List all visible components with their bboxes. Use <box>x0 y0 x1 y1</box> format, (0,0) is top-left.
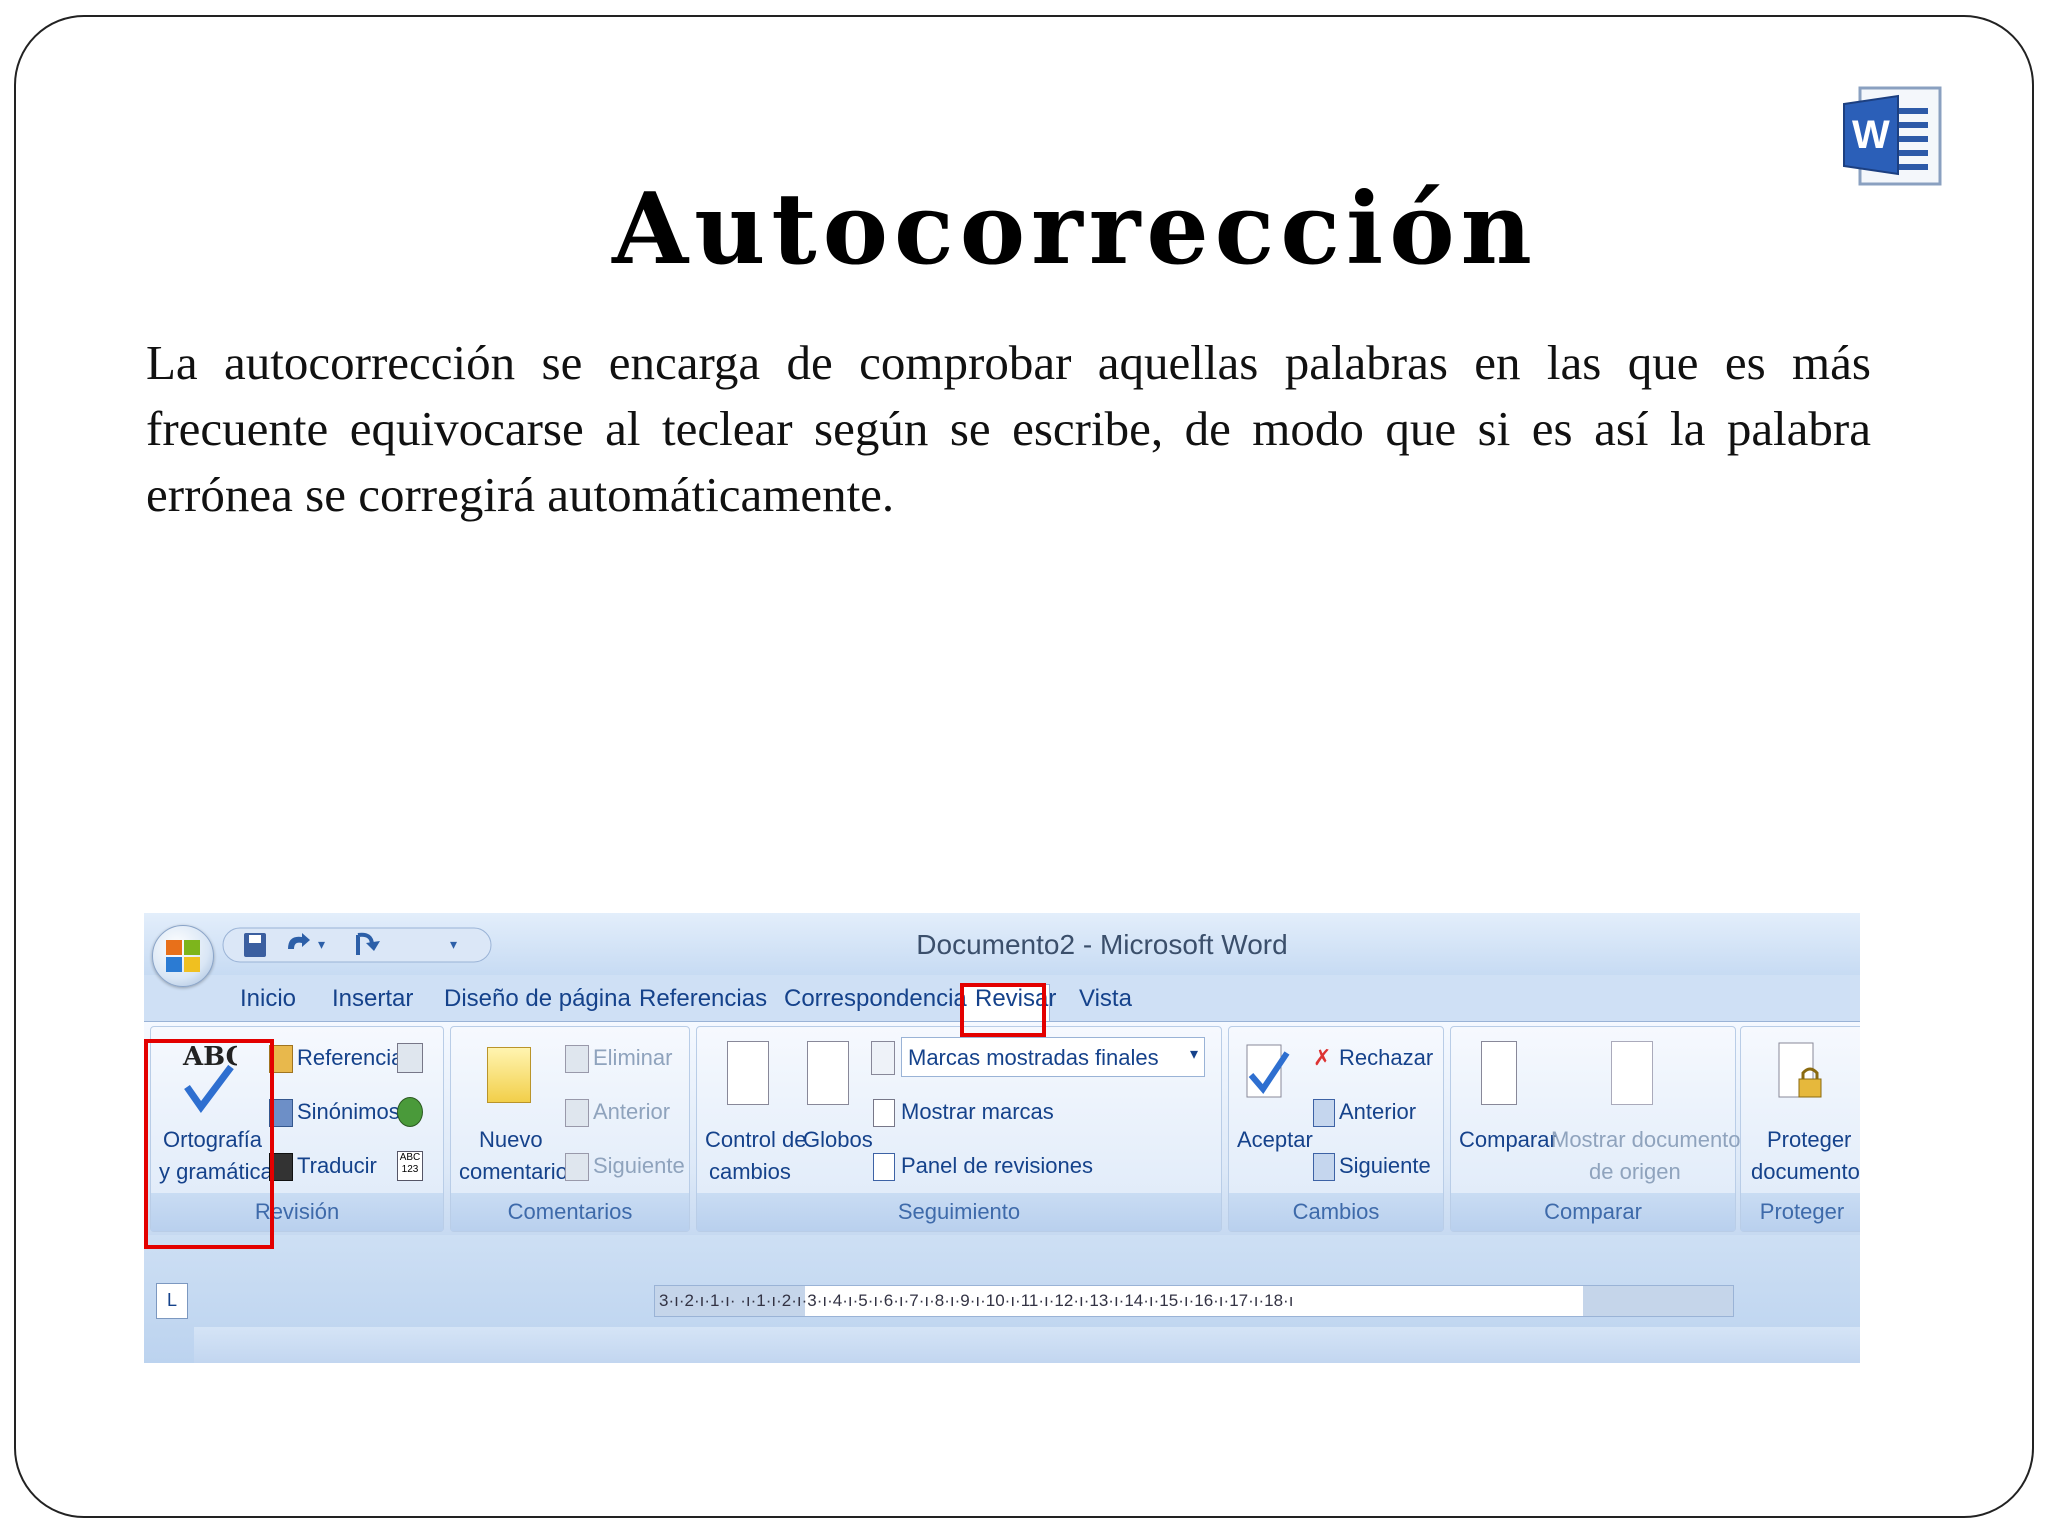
siguiente-comment-button[interactable]: Siguiente <box>593 1153 685 1179</box>
proteger-documento-line2[interactable]: documento <box>1751 1159 1860 1185</box>
anterior-change-button[interactable]: Anterior <box>1339 1099 1416 1125</box>
nuevo-comentario-line2[interactable]: comentario <box>459 1159 568 1185</box>
mostrar-marcas-button[interactable]: Mostrar marcas <box>901 1099 1054 1125</box>
show-source-documents-icon <box>1611 1041 1653 1105</box>
slide-title: Autocorrección <box>612 172 1538 287</box>
sinonimos-button[interactable]: Sinónimos <box>297 1099 400 1125</box>
ruler-right-margin <box>1583 1286 1733 1316</box>
comparar-button[interactable]: Comparar <box>1459 1127 1557 1153</box>
show-markup-icon <box>873 1099 895 1127</box>
tab-insertar[interactable]: Insertar <box>332 985 413 1013</box>
track-changes-icon <box>727 1041 769 1105</box>
new-comment-icon <box>487 1047 531 1103</box>
referencia-button[interactable]: Referencia <box>297 1045 403 1071</box>
previous-change-icon <box>1313 1099 1335 1127</box>
tab-diseno-de-pagina[interactable]: Diseño de página <box>444 985 631 1013</box>
group-cambios: Aceptar ✗ Rechazar Anterior Siguiente Ca… <box>1228 1026 1444 1232</box>
reject-icon: ✗ <box>1313 1045 1332 1070</box>
control-cambios-line2[interactable]: cambios <box>709 1159 791 1185</box>
display-for-review-icon <box>871 1041 895 1075</box>
reviewing-pane-icon <box>873 1153 895 1181</box>
tab-selector-button[interactable]: L <box>156 1283 188 1319</box>
group-label-comparar: Comparar <box>1451 1193 1735 1231</box>
quick-access-toolbar: ▾ ▾ <box>222 927 492 963</box>
language-icon[interactable] <box>397 1043 423 1073</box>
panel-revisiones-button[interactable]: Panel de revisiones <box>901 1153 1093 1179</box>
ruler-numbers: 3·ı·2·ı·1·ı· ·ı·1·ı·2·ı·3·ı·4·ı·5·ı·6·ı·… <box>659 1291 1294 1310</box>
mostrar-documentos-line1[interactable]: Mostrar documentos <box>1551 1127 1752 1153</box>
tab-correspondencia[interactable]: Correspondencia <box>784 985 967 1013</box>
group-seguimiento: Control de cambios Globos Marcas mostrad… <box>696 1026 1222 1232</box>
ribbon: ABC Ortografía y gramática Referencia Si… <box>144 1021 1860 1236</box>
slide-body-text: La autocorrección se encarga de comproba… <box>146 335 1871 522</box>
translation-tooltip-icon[interactable] <box>397 1097 423 1127</box>
horizontal-ruler[interactable]: 3·ı·2·ı·1·ı· ·ı·1·ı·2·ı·3·ı·4·ı·5·ı·6·ı·… <box>654 1285 1734 1317</box>
previous-comment-icon <box>565 1099 589 1127</box>
protect-document-icon <box>1778 1042 1822 1098</box>
tab-vista[interactable]: Vista <box>1079 985 1132 1013</box>
rechazar-button[interactable]: Rechazar <box>1339 1045 1433 1071</box>
tab-inicio[interactable]: Inicio <box>240 985 296 1013</box>
tab-referencias[interactable]: Referencias <box>639 985 767 1013</box>
highlight-spelling-button <box>144 1039 274 1249</box>
highlight-revisar-tab <box>960 983 1046 1037</box>
eliminar-button[interactable]: Eliminar <box>593 1045 672 1071</box>
marcas-select-value: Marcas mostradas finales <box>908 1045 1159 1070</box>
save-icon[interactable] <box>244 933 266 957</box>
office-logo-icon <box>166 940 200 972</box>
siguiente-change-button[interactable]: Siguiente <box>1339 1153 1431 1179</box>
delete-comment-icon <box>565 1045 589 1073</box>
next-comment-icon <box>565 1153 589 1181</box>
group-comentarios: Nuevo comentario Eliminar Anterior Sigui… <box>450 1026 690 1232</box>
undo-dropdown-icon[interactable]: ▾ <box>318 936 325 952</box>
aceptar-button[interactable]: Aceptar <box>1237 1127 1313 1153</box>
group-label-comentarios: Comentarios <box>451 1193 689 1231</box>
customize-toolbar-icon[interactable]: ▾ <box>450 936 457 952</box>
globos-button[interactable]: Globos <box>803 1127 873 1153</box>
marcas-select[interactable]: Marcas mostradas finales ▾ <box>901 1037 1205 1077</box>
document-top-strip <box>194 1327 1860 1363</box>
svg-text:W: W <box>1852 113 1890 157</box>
control-cambios-line1[interactable]: Control de <box>705 1127 807 1153</box>
word-count-icon[interactable]: ABC 123 <box>397 1151 423 1181</box>
word-ribbon-screenshot: Documento2 - Microsoft Word ▾ ▾ Inicio I… <box>144 913 1860 1363</box>
anterior-comment-button[interactable]: Anterior <box>593 1099 670 1125</box>
chevron-down-icon: ▾ <box>1189 1046 1198 1063</box>
traducir-button[interactable]: Traducir <box>297 1153 377 1179</box>
proteger-documento-line1[interactable]: Proteger <box>1767 1127 1851 1153</box>
group-label-proteger: Proteger <box>1741 1193 1860 1231</box>
nuevo-comentario-line1[interactable]: Nuevo <box>479 1127 543 1153</box>
compare-icon <box>1481 1041 1517 1105</box>
group-proteger: Proteger documento Proteger <box>1740 1026 1860 1232</box>
next-change-icon <box>1313 1153 1335 1181</box>
balloons-icon <box>807 1041 849 1105</box>
group-comparar: Comparar Mostrar documentos de origen Co… <box>1450 1026 1752 1232</box>
accept-change-icon <box>1246 1044 1290 1098</box>
group-label-cambios: Cambios <box>1229 1193 1443 1231</box>
group-label-seguimiento: Seguimiento <box>697 1193 1221 1231</box>
mostrar-documentos-line2[interactable]: de origen <box>1589 1159 1681 1185</box>
